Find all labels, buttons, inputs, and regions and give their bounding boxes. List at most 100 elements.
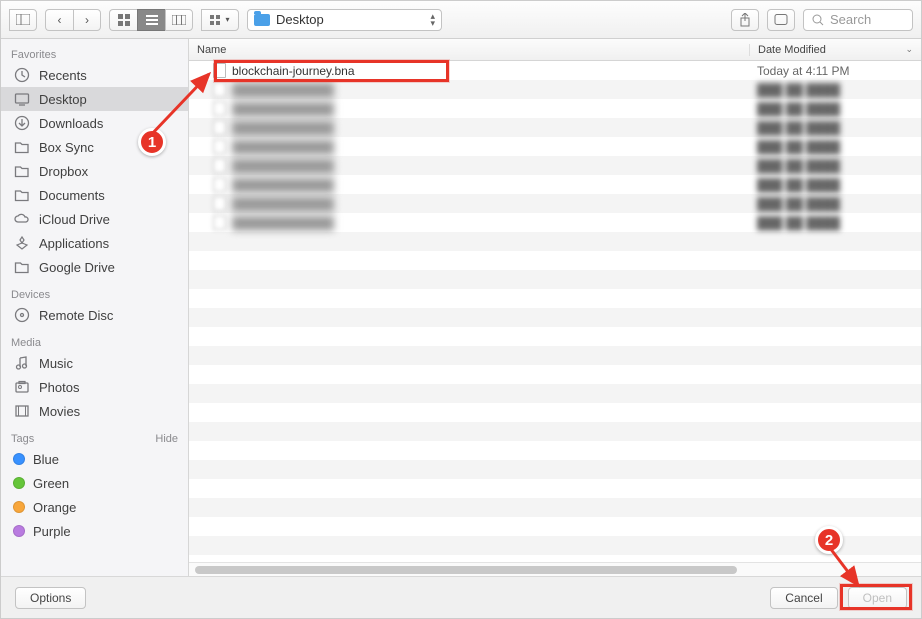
content-area: Favorites Recents Desktop Downloads Box … [1,39,921,576]
table-row [189,327,921,346]
file-icon [213,101,226,116]
search-placeholder: Search [830,12,871,27]
file-date-blurred: ███ ██ ████ [749,178,921,192]
toolbar: ‹ › ▾ Desktop ▴▾ [1,1,921,39]
sidebar-header-tags: Tags Hide [1,429,188,447]
sidebar-toggle-group [9,9,37,31]
sidebar-item-googledrive[interactable]: Google Drive [1,255,188,279]
table-row[interactable]: ███████████████ ██ ████ [189,156,921,175]
chevron-down-icon: ▾ [225,15,229,24]
file-name-blurred: ████████████ [232,178,334,192]
sidebar-item-tag-blue[interactable]: Blue [1,447,188,471]
sidebar-item-movies[interactable]: Movies [1,399,188,423]
file-icon [213,139,226,154]
sidebar-item-remotedisc[interactable]: Remote Disc [1,303,188,327]
sidebar-item-tag-orange[interactable]: Orange [1,495,188,519]
arrange-button[interactable]: ▾ [201,9,239,31]
nav-group: ‹ › [45,9,101,31]
scrollbar-thumb[interactable] [195,566,737,574]
table-row [189,498,921,517]
sidebar-item-downloads[interactable]: Downloads [1,111,188,135]
options-button[interactable]: Options [15,587,86,609]
column-view-button[interactable] [165,9,193,31]
path-popup[interactable]: Desktop ▴▾ [247,9,442,31]
sidebar-header-media: Media [1,333,188,351]
table-row [189,270,921,289]
file-icon [213,177,226,192]
table-row[interactable]: ███████████████ ██ ████ [189,194,921,213]
file-name: blockchain-journey.bna [232,64,355,78]
horizontal-scrollbar[interactable] [189,562,921,576]
table-row[interactable]: ████████████ ███ ██ ████ [189,213,921,232]
file-date-blurred: ███ ██ ████ [749,83,921,97]
file-list-pane: Name Date Modified ⌄ blockchain-journey.… [189,39,921,576]
table-row [189,251,921,270]
file-date-blurred: ███ ██ ████ [749,216,921,230]
finder-open-dialog: ‹ › ▾ Desktop ▴▾ [0,0,922,619]
tag-dot-icon [13,525,25,537]
folder-icon [13,259,31,275]
table-row [189,289,921,308]
tag-dot-icon [13,501,25,513]
table-row [189,460,921,479]
file-icon [213,158,226,173]
sidebar: Favorites Recents Desktop Downloads Box … [1,39,189,576]
sidebar-item-tag-purple[interactable]: Purple [1,519,188,543]
sidebar-item-boxsync[interactable]: Box Sync [1,135,188,159]
sidebar-header-favorites: Favorites [1,45,188,63]
table-row [189,232,921,251]
file-date-blurred: ███ ██ ████ [749,159,921,173]
sidebar-item-documents[interactable]: Documents [1,183,188,207]
file-date: Today at 4:11 PM [749,64,921,78]
share-button[interactable] [731,9,759,31]
table-row [189,346,921,365]
table-row [189,308,921,327]
table-row[interactable]: ███████████████ ██ ████ [189,137,921,156]
sidebar-item-icloud[interactable]: iCloud Drive [1,207,188,231]
tags-button[interactable] [767,9,795,31]
open-button[interactable]: Open [848,587,907,609]
sidebar-header-devices: Devices [1,285,188,303]
sidebar-item-music[interactable]: Music [1,351,188,375]
file-date-blurred: ███ ██ ████ [749,140,921,154]
table-row[interactable]: ███████████████ ██ ████ [189,99,921,118]
file-name-blurred: ████████████ [232,83,334,97]
search-field[interactable]: Search [803,9,913,31]
music-icon [13,355,31,371]
column-header-date[interactable]: Date Modified ⌄ [749,44,921,56]
clock-icon [13,67,31,83]
table-row [189,365,921,384]
list-view-button[interactable] [137,9,165,31]
column-header-name[interactable]: Name [189,44,749,56]
sidebar-item-tag-green[interactable]: Green [1,471,188,495]
file-name-blurred: ████████████ [232,216,334,230]
back-button[interactable]: ‹ [45,9,73,31]
sidebar-item-desktop[interactable]: Desktop [1,87,188,111]
table-row[interactable]: ████████████ ███ ██ ████ [189,80,921,99]
cancel-button[interactable]: Cancel [770,587,837,609]
file-rows[interactable]: blockchain-journey.bna Today at 4:11 PM ██… [189,61,921,562]
icon-view-button[interactable] [109,9,137,31]
table-row[interactable]: ████████████ ███ ██ ████ [189,175,921,194]
sidebar-item-dropbox[interactable]: Dropbox [1,159,188,183]
sidebar-item-recents[interactable]: Recents [1,63,188,87]
table-row[interactable]: ███████████████ ██ ████ [189,118,921,137]
downloads-icon [13,115,31,131]
file-icon [213,63,226,78]
table-row[interactable]: blockchain-journey.bna Today at 4:11 PM [189,61,921,80]
file-icon [213,215,226,230]
popup-arrows-icon: ▴▾ [430,13,435,27]
tag-dot-icon [13,453,25,465]
table-row [189,403,921,422]
column-headers: Name Date Modified ⌄ [189,39,921,61]
table-row [189,441,921,460]
sidebar-item-applications[interactable]: Applications [1,231,188,255]
forward-button[interactable]: › [73,9,101,31]
file-date-blurred: ███ ██ ████ [749,197,921,211]
file-date-blurred: ███ ██ ████ [749,121,921,135]
sidebar-item-photos[interactable]: Photos [1,375,188,399]
tags-hide-button[interactable]: Hide [155,433,178,445]
folder-icon [13,187,31,203]
disc-icon [13,307,31,323]
sidebar-toggle-button[interactable] [9,9,37,31]
